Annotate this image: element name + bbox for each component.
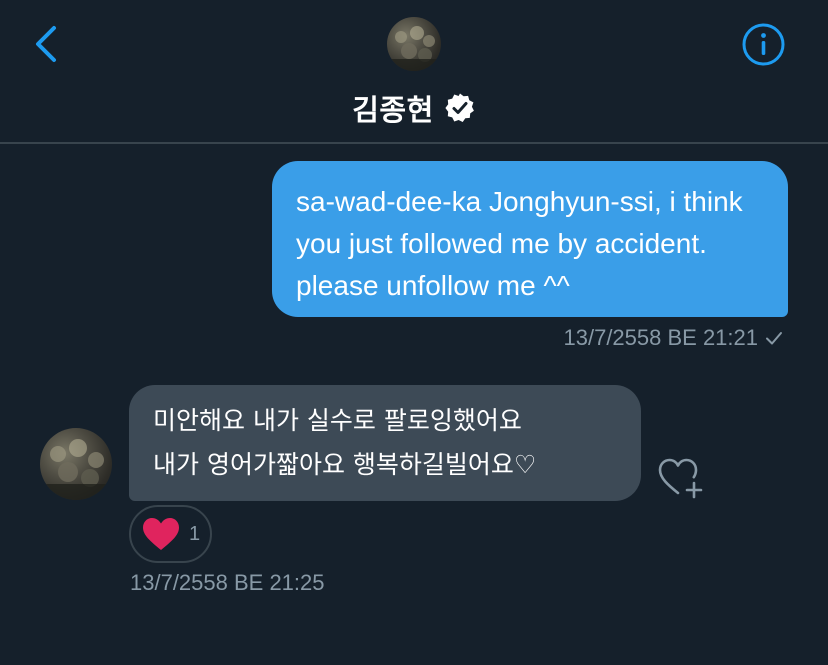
verified-badge-icon <box>445 93 474 122</box>
sender-avatar[interactable] <box>40 428 112 500</box>
outgoing-message-meta: 13/7/2558 BE 21:21 <box>564 325 785 351</box>
incoming-timestamp: 13/7/2558 BE 21:25 <box>130 570 325 595</box>
add-reaction-button[interactable] <box>656 455 706 499</box>
reaction-pill[interactable]: 1 <box>129 505 212 563</box>
avatar-photo <box>387 26 441 71</box>
incoming-message-line: 미안해요 내가 실수로 팔로잉했어요 <box>153 406 522 435</box>
incoming-message-bubble[interactable]: 미안해요 내가 실수로 팔로잉했어요 내가 영어가짧아요 행복하길빌어요♡ <box>129 385 641 501</box>
outgoing-timestamp: 13/7/2558 BE 21:21 <box>563 325 759 350</box>
chevron-left-icon <box>36 26 56 62</box>
title-row: 김종현 <box>0 86 828 130</box>
avatar-photo <box>40 439 112 500</box>
info-button[interactable] <box>741 22 786 67</box>
info-icon <box>742 23 785 66</box>
reaction-count: 1 <box>189 522 201 545</box>
header-avatar[interactable] <box>387 17 441 71</box>
conversation-title: 김종현 <box>352 93 434 127</box>
heart-icon <box>143 518 179 550</box>
add-reaction-heart-icon <box>658 458 703 499</box>
sent-check-icon <box>766 332 782 345</box>
outgoing-message-text: sa-wad-dee-ka Jonghyun-ssi, i think you … <box>296 186 743 301</box>
outgoing-message-bubble[interactable]: sa-wad-dee-ka Jonghyun-ssi, i think you … <box>272 161 788 317</box>
back-button[interactable] <box>30 24 64 64</box>
conversation-header: 김종현 <box>0 0 828 144</box>
incoming-message-line: 내가 영어가짧아요 행복하길빌어요♡ <box>153 450 537 479</box>
